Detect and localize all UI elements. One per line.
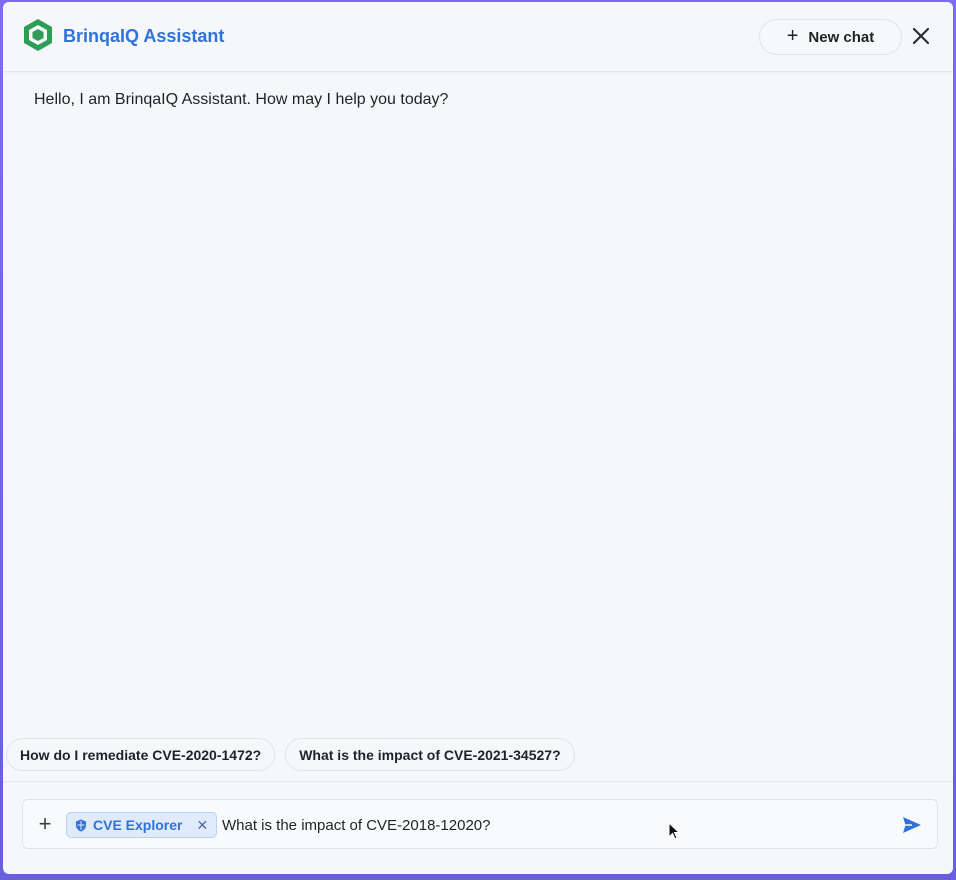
plus-icon: + [786, 25, 799, 47]
send-icon[interactable] [901, 814, 923, 836]
suggestion-chip[interactable]: What is the impact of CVE-2021-34527? [285, 738, 575, 771]
assistant-greeting: Hello, I am BrinqaIQ Assistant. How may … [34, 91, 449, 108]
suggestion-list: How do I remediate CVE-2020-1472? What i… [6, 738, 575, 771]
assistant-window: BrinqaIQ Assistant + New chat Hello, I a… [3, 2, 953, 874]
tool-tag: CVE Explorer ✕ [66, 812, 218, 838]
shield-icon [76, 819, 86, 831]
add-attachment-button[interactable]: + [35, 813, 55, 835]
mouse-cursor-icon [668, 822, 681, 840]
brinqa-logo-icon [24, 19, 52, 51]
close-icon[interactable] [909, 24, 933, 48]
tool-tag-label: CVE Explorer [93, 817, 183, 833]
app-title: BrinqaIQ Assistant [63, 26, 225, 46]
new-chat-label: New chat [808, 28, 875, 46]
divider [3, 781, 953, 782]
message-input[interactable] [222, 813, 882, 837]
message-composer: + CVE Explorer ✕ [22, 799, 938, 849]
remove-tag-icon[interactable]: ✕ [196, 817, 208, 834]
header: BrinqaIQ Assistant + New chat [3, 2, 953, 72]
new-chat-button[interactable]: + New chat [759, 19, 902, 55]
suggestion-chip[interactable]: How do I remediate CVE-2020-1472? [6, 738, 276, 771]
